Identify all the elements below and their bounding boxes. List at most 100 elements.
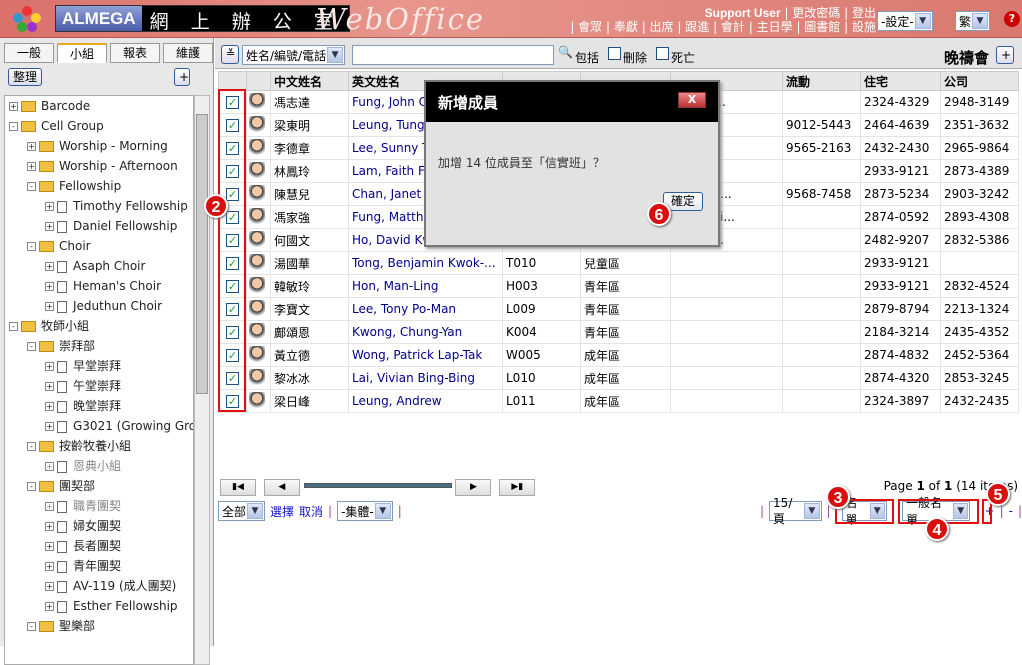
expand-icon[interactable]: + bbox=[45, 302, 54, 311]
expand-icon[interactable]: + bbox=[27, 142, 36, 151]
expand-icon[interactable]: + bbox=[45, 462, 54, 471]
per-page-select[interactable]: 15/頁 ▼ bbox=[769, 496, 822, 526]
nav-link[interactable]: 奉獻 bbox=[614, 20, 638, 34]
tree-item[interactable]: + 晚堂崇拜 bbox=[45, 396, 121, 416]
scope-select[interactable]: 全部 ▼ bbox=[218, 501, 266, 521]
tree-item[interactable]: + Daniel Fellowship bbox=[45, 216, 177, 236]
deleted-checkbox[interactable] bbox=[608, 47, 621, 60]
collapse-icon[interactable]: - bbox=[27, 482, 36, 491]
expand-icon[interactable]: + bbox=[45, 602, 54, 611]
deceased-checkbox[interactable] bbox=[656, 47, 669, 60]
tree-item[interactable]: + Asaph Choir bbox=[45, 256, 145, 276]
tree-item[interactable]: + Esther Fellowship bbox=[45, 596, 178, 616]
nav-link[interactable]: 設施 bbox=[852, 20, 876, 34]
tree-item[interactable]: + 婦女團契 bbox=[45, 516, 121, 536]
column-header[interactable]: 中文姓名 bbox=[270, 71, 349, 91]
expand-icon[interactable]: + bbox=[45, 562, 54, 571]
change-password-link[interactable]: 更改密碼 bbox=[792, 6, 840, 20]
tree-item[interactable]: + 早堂崇拜 bbox=[45, 356, 121, 376]
table-row[interactable]: ✓ 鄺頌恩 Kwong, Chung-Yan K004 青年區 2184-3214 2435… bbox=[218, 320, 1019, 344]
table-row[interactable]: ✓ 黃立德 Wong, Patrick Lap-Tak W005 成年區 2874-483… bbox=[218, 343, 1019, 367]
column-header[interactable] bbox=[246, 71, 271, 91]
collapse-icon[interactable]: - bbox=[9, 122, 18, 131]
expand-icon[interactable]: + bbox=[45, 282, 54, 291]
help-icon[interactable]: ? bbox=[1004, 11, 1020, 27]
tree-item[interactable]: + Worship - Morning bbox=[27, 136, 168, 156]
table-row[interactable]: ✓ 李寶文 Lee, Tony Po-Man L009 青年區 2879-8794 2213… bbox=[218, 297, 1019, 321]
remove-from-list-link[interactable]: - bbox=[1009, 504, 1013, 518]
tree-item[interactable]: - Fellowship bbox=[27, 176, 121, 196]
tree-item[interactable]: - 按齡牧養小組 bbox=[27, 436, 131, 456]
add-group-button[interactable]: + bbox=[174, 68, 190, 86]
collapse-icon[interactable]: - bbox=[27, 622, 36, 631]
expand-icon[interactable]: + bbox=[45, 522, 54, 531]
language-select[interactable]: 繁 ▼ bbox=[955, 11, 991, 31]
tree-item[interactable]: + 長者團契 bbox=[45, 536, 121, 556]
nav-link[interactable]: 圖書館 bbox=[804, 20, 840, 34]
expand-icon[interactable]: + bbox=[45, 422, 54, 431]
first-page-button[interactable]: ▮◀ bbox=[220, 479, 256, 496]
sidebar-tab[interactable]: 維護 bbox=[163, 43, 213, 63]
tree-item[interactable]: + Worship - Afternoon bbox=[27, 156, 178, 176]
prev-page-button[interactable]: ◀ bbox=[263, 479, 300, 496]
expand-icon[interactable]: + bbox=[45, 222, 54, 231]
tree-item[interactable]: + AV-119 (成人團契) bbox=[45, 576, 176, 596]
table-row[interactable]: ✓ 黎冰冰 Lai, Vivian Bing-Bing L010 成年區 2874-432… bbox=[218, 366, 1019, 390]
tree-item[interactable]: - 團契部 bbox=[27, 476, 95, 496]
tree-item[interactable]: - 牧師小組 bbox=[9, 316, 89, 336]
nav-link[interactable]: 會眾 bbox=[578, 20, 602, 34]
tree-item[interactable]: + 午堂崇拜 bbox=[45, 376, 121, 396]
dialog-close-button[interactable]: X bbox=[678, 92, 706, 108]
column-header[interactable]: 公司 bbox=[940, 71, 1019, 91]
expand-icon[interactable]: + bbox=[45, 502, 54, 511]
tree-item[interactable]: + 職青團契 bbox=[45, 496, 121, 516]
last-page-button[interactable]: ▶▮ bbox=[499, 479, 536, 496]
tree-item[interactable]: + Timothy Fellowship bbox=[45, 196, 188, 216]
search-field-select[interactable]: 姓名/編號/電話 ▼ bbox=[242, 45, 346, 65]
page-slider[interactable] bbox=[303, 483, 452, 488]
tree-item[interactable]: + Heman's Choir bbox=[45, 276, 161, 296]
tree-item[interactable]: - 崇拜部 bbox=[27, 336, 95, 356]
settings-select[interactable]: -設定- ▼ bbox=[877, 11, 933, 31]
search-input[interactable] bbox=[352, 45, 554, 65]
expand-icon[interactable]: + bbox=[27, 162, 36, 171]
tree-item[interactable]: - Cell Group bbox=[9, 116, 104, 136]
collapse-icon[interactable]: - bbox=[27, 242, 36, 251]
collapse-icon[interactable]: - bbox=[27, 342, 36, 351]
group-action-select[interactable]: -集體- ▼ bbox=[337, 501, 393, 521]
column-header[interactable]: 流動 bbox=[782, 71, 861, 91]
add-member-button[interactable]: + bbox=[996, 46, 1014, 64]
column-header[interactable] bbox=[218, 71, 247, 91]
sidebar-scrollbar[interactable] bbox=[194, 95, 210, 665]
table-row[interactable]: ✓ 梁日峰 Leung, Andrew L011 成年區 2324-3897 2432-24… bbox=[218, 389, 1019, 413]
sidebar-tab[interactable]: 小組 bbox=[57, 43, 107, 63]
expand-icon[interactable]: + bbox=[45, 362, 54, 371]
tree-item[interactable]: + 恩典小組 bbox=[45, 456, 121, 476]
tree-item[interactable]: - Choir bbox=[27, 236, 91, 256]
expand-icon[interactable]: + bbox=[45, 202, 54, 211]
expand-icon[interactable]: + bbox=[45, 402, 54, 411]
nav-link[interactable]: 跟進 bbox=[685, 20, 709, 34]
column-header[interactable]: 住宅 bbox=[860, 71, 941, 91]
nav-link[interactable]: 會計 bbox=[721, 20, 745, 34]
sidebar-tab[interactable]: 一般 bbox=[4, 43, 54, 63]
sidebar-tab[interactable]: 報表 bbox=[110, 43, 160, 63]
sort-icon[interactable]: ≚ bbox=[221, 45, 239, 64]
next-page-button[interactable]: ▶ bbox=[455, 479, 492, 496]
expand-icon[interactable]: + bbox=[45, 262, 54, 271]
organize-button[interactable]: 整理 bbox=[8, 68, 43, 86]
nav-link[interactable]: 出席 bbox=[650, 20, 674, 34]
tree-item[interactable]: + 青年團契 bbox=[45, 556, 121, 576]
collapse-icon[interactable]: - bbox=[9, 322, 18, 331]
collapse-icon[interactable]: - bbox=[27, 182, 36, 191]
tree-item[interactable]: + Barcode bbox=[9, 96, 90, 116]
expand-icon[interactable]: + bbox=[45, 382, 54, 391]
search-icon[interactable]: 🔍 bbox=[558, 45, 573, 59]
logout-link[interactable]: 登出 bbox=[852, 6, 876, 20]
tree-item[interactable]: + Jeduthun Choir bbox=[45, 296, 162, 316]
table-row[interactable]: ✓ 湯國華 Tong, Benjamin Kwok-... T010 兒童區 2933-9… bbox=[218, 251, 1019, 275]
tree-item[interactable]: - 聖樂部 bbox=[27, 616, 95, 636]
select-all-link[interactable]: 選擇 bbox=[270, 503, 294, 520]
table-row[interactable]: ✓ 韓敏玲 Hon, Man-Ling H003 青年區 2933-9121 2832-45… bbox=[218, 274, 1019, 298]
cancel-selection-link[interactable]: 取消 bbox=[299, 503, 323, 520]
